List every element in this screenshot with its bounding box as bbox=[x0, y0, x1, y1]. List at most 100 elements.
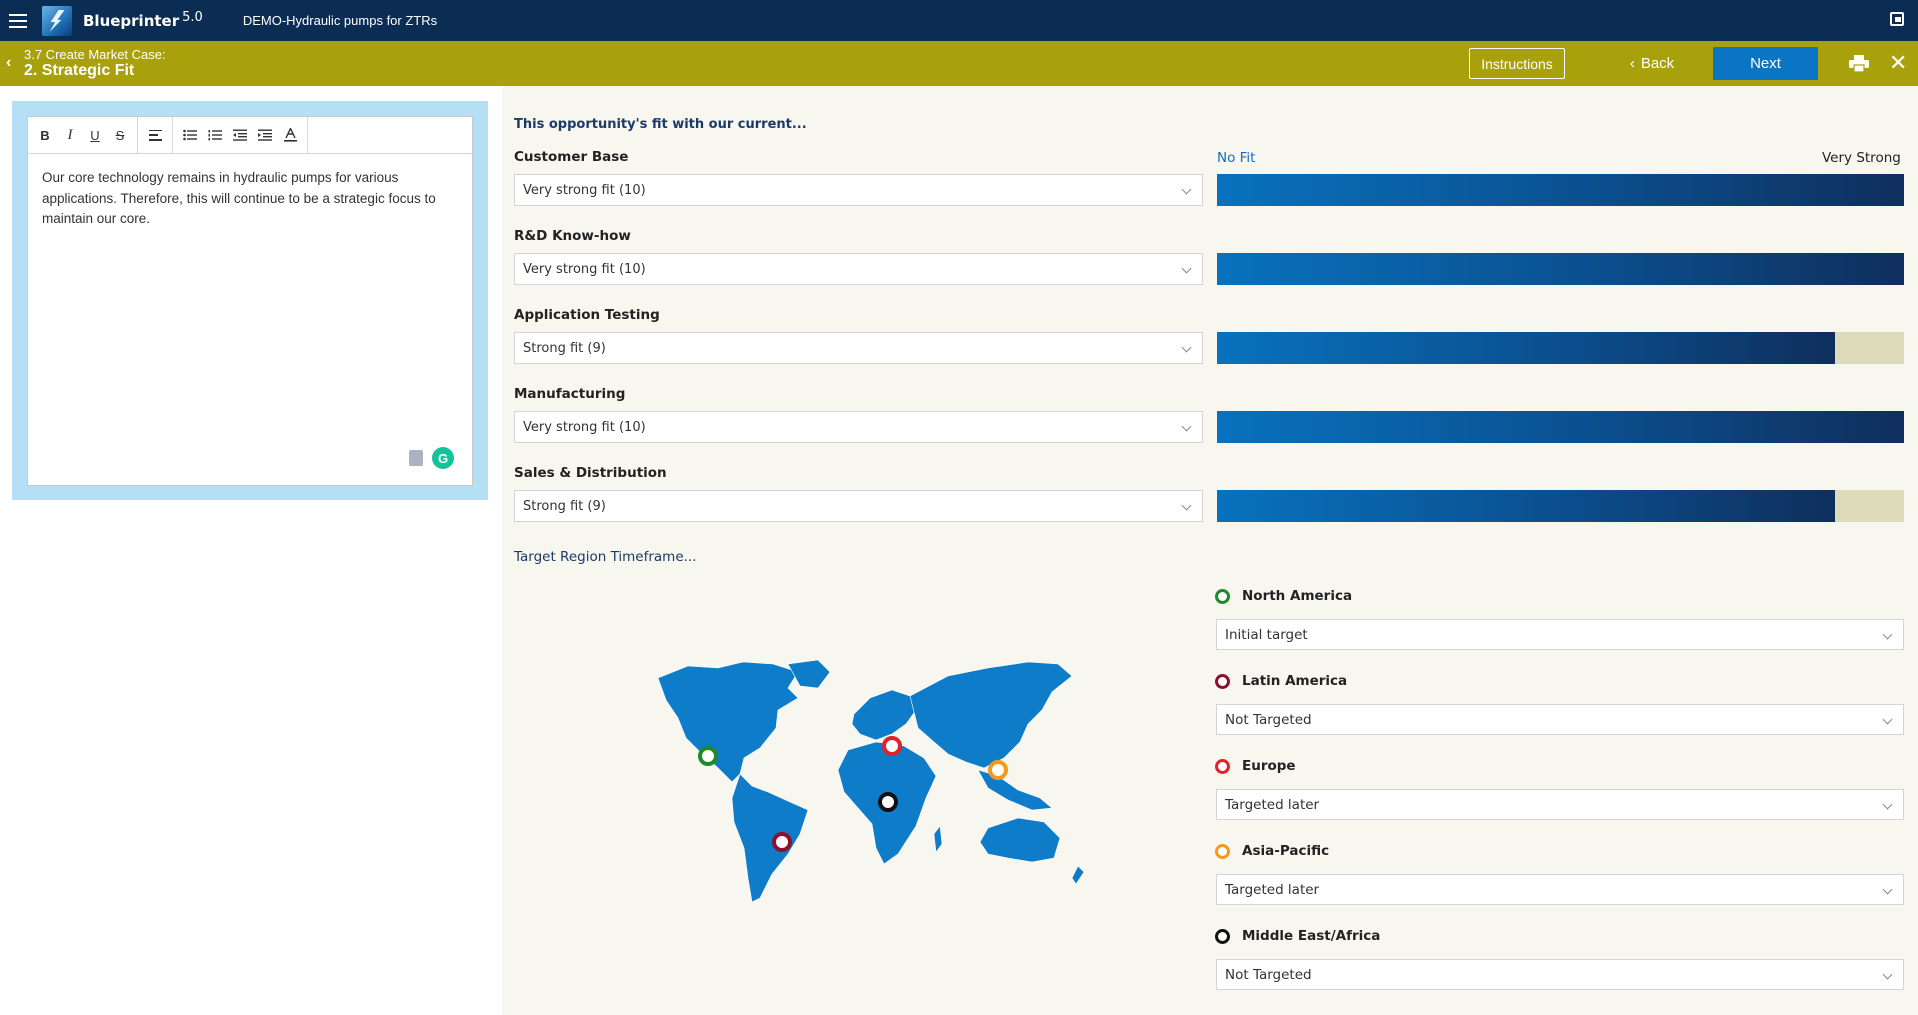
chevron-down-icon bbox=[1181, 421, 1192, 432]
app-header: Blueprinter 5.0 DEMO-Hydraulic pumps for … bbox=[0, 0, 1918, 41]
list-group bbox=[173, 117, 308, 153]
align-group bbox=[138, 117, 173, 153]
criterion-select[interactable]: Very strong fit (10) bbox=[514, 253, 1203, 285]
region-name: Asia-Pacific bbox=[1242, 843, 1330, 859]
chevron-down-icon bbox=[1181, 342, 1192, 353]
criterion-label: Customer Base bbox=[514, 149, 629, 165]
app-name: Blueprinter 5.0 bbox=[83, 10, 203, 30]
strikethrough-button[interactable]: S bbox=[109, 124, 131, 146]
criterion-select[interactable]: Strong fit (9) bbox=[514, 332, 1203, 364]
rich-text-editor[interactable]: B I U S Our core technology remains in h… bbox=[27, 116, 473, 486]
app-name-text: Blueprinter bbox=[83, 11, 180, 30]
section-title: 3.7 Create Market Case: bbox=[24, 47, 166, 62]
step-title: 2. Strategic Fit bbox=[24, 62, 135, 79]
criterion-label: R&D Know-how bbox=[514, 228, 631, 244]
app-logo-icon bbox=[42, 5, 72, 36]
criterion-select[interactable]: Very strong fit (10) bbox=[514, 411, 1203, 443]
criterion-value: Very strong fit (10) bbox=[523, 419, 646, 435]
region-value: Initial target bbox=[1225, 626, 1308, 643]
region-value: Targeted later bbox=[1225, 796, 1320, 813]
world-map bbox=[657, 659, 1085, 903]
maroon-ring-icon bbox=[1215, 673, 1230, 689]
editor-toolbar: B I U S bbox=[28, 117, 472, 154]
asia-pacific-marker bbox=[988, 760, 1008, 780]
chevron-down-icon bbox=[1882, 714, 1893, 725]
fit-bar bbox=[1217, 411, 1904, 443]
region-select-asia-pacific[interactable]: Targeted later bbox=[1216, 874, 1904, 905]
greenland-shape bbox=[787, 659, 831, 689]
fit-bar bbox=[1217, 332, 1904, 364]
text-color-icon[interactable] bbox=[279, 124, 301, 146]
criterion-value: Strong fit (9) bbox=[523, 498, 606, 514]
region-select-middle-east-africa[interactable]: Not Targeted bbox=[1216, 959, 1904, 990]
orange-ring-icon bbox=[1215, 843, 1230, 859]
menu-icon[interactable] bbox=[0, 0, 36, 41]
chevron-left-icon: ‹ bbox=[1629, 55, 1635, 72]
chevron-left-icon[interactable]: ‹ bbox=[6, 54, 11, 72]
underline-button[interactable]: U bbox=[84, 124, 106, 146]
outdent-icon[interactable] bbox=[229, 124, 251, 146]
region-value: Not Targeted bbox=[1225, 711, 1312, 728]
region-label-latin-america: Latin America bbox=[1215, 673, 1347, 689]
region-select-europe[interactable]: Targeted later bbox=[1216, 789, 1904, 820]
editor-content[interactable]: Our core technology remains in hydraulic… bbox=[28, 154, 472, 244]
southeast-asia-shape bbox=[977, 769, 1053, 811]
fit-bar-fill bbox=[1217, 411, 1904, 443]
bold-button[interactable]: B bbox=[34, 124, 56, 146]
chevron-down-icon bbox=[1181, 184, 1192, 195]
back-button[interactable]: ‹ Back bbox=[1612, 48, 1692, 79]
criterion-label: Sales & Distribution bbox=[514, 465, 667, 481]
instructions-button[interactable]: Instructions bbox=[1469, 48, 1565, 79]
chevron-down-icon bbox=[1181, 263, 1192, 274]
criterion-value: Very strong fit (10) bbox=[523, 261, 646, 277]
scale-high-label: Very Strong bbox=[1822, 150, 1901, 166]
align-left-icon[interactable] bbox=[144, 124, 166, 146]
fit-bar-fill bbox=[1217, 332, 1836, 364]
criterion-label: Manufacturing bbox=[514, 386, 626, 402]
scale-low-label: No Fit bbox=[1217, 150, 1256, 166]
project-title: DEMO-Hydraulic pumps for ZTRs bbox=[242, 13, 438, 28]
australia-shape bbox=[979, 817, 1061, 863]
madagascar-shape bbox=[933, 825, 943, 853]
chevron-down-icon bbox=[1882, 799, 1893, 810]
criterion-value: Very strong fit (10) bbox=[523, 182, 646, 198]
fit-heading: This opportunity's fit with our current.… bbox=[514, 117, 807, 132]
latin-america-marker bbox=[772, 832, 792, 852]
asia-shape bbox=[909, 661, 1073, 769]
grammarly-icon[interactable]: G bbox=[432, 447, 454, 469]
fit-bar bbox=[1217, 490, 1904, 522]
criterion-value: Strong fit (9) bbox=[523, 340, 606, 356]
region-select-latin-america[interactable]: Not Targeted bbox=[1216, 704, 1904, 735]
region-value: Not Targeted bbox=[1225, 966, 1312, 983]
europe-shape bbox=[851, 689, 917, 741]
green-ring-icon bbox=[1215, 588, 1230, 604]
back-button-label: Back bbox=[1640, 55, 1675, 72]
print-icon[interactable] bbox=[1849, 55, 1869, 72]
indent-icon[interactable] bbox=[254, 124, 276, 146]
clipboard-icon[interactable] bbox=[409, 450, 423, 466]
bullet-list-icon[interactable] bbox=[179, 124, 201, 146]
region-heading: Target Region Timeframe... bbox=[514, 549, 697, 565]
fit-bar bbox=[1217, 174, 1904, 206]
region-name: Latin America bbox=[1242, 673, 1348, 689]
chevron-down-icon bbox=[1882, 969, 1893, 980]
middle-east-africa-marker bbox=[878, 792, 898, 812]
region-select-north-america[interactable]: Initial target bbox=[1216, 619, 1904, 650]
chevron-down-icon bbox=[1882, 884, 1893, 895]
fit-bar-fill bbox=[1217, 174, 1904, 206]
criterion-select[interactable]: Strong fit (9) bbox=[514, 490, 1203, 522]
italic-button[interactable]: I bbox=[59, 124, 81, 146]
window-toggle-icon[interactable] bbox=[1890, 12, 1904, 26]
region-label-europe: Europe bbox=[1215, 758, 1296, 774]
region-name: Europe bbox=[1242, 758, 1296, 774]
north-america-shape bbox=[657, 661, 799, 783]
fit-bar-fill bbox=[1217, 253, 1904, 285]
numbered-list-icon[interactable] bbox=[204, 124, 226, 146]
north-america-marker bbox=[698, 746, 718, 766]
next-button[interactable]: Next bbox=[1713, 47, 1818, 80]
criterion-select[interactable]: Very strong fit (10) bbox=[514, 174, 1203, 206]
fit-bar bbox=[1217, 253, 1904, 285]
step-header: ‹ 3.7 Create Market Case: 2. Strategic F… bbox=[0, 41, 1918, 86]
close-icon[interactable]: ✕ bbox=[1889, 52, 1907, 74]
red-ring-icon bbox=[1215, 758, 1230, 774]
